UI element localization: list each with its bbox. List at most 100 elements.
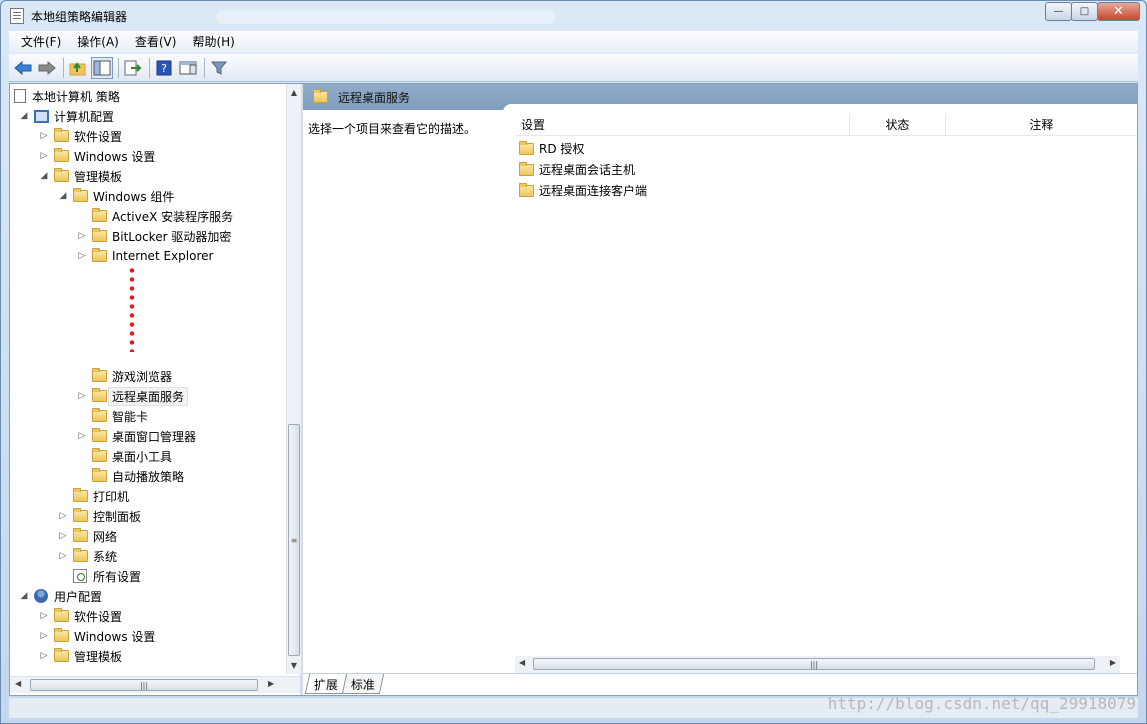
scroll-down-arrow-icon[interactable]: ▼ xyxy=(287,657,301,674)
tree-item-uc-software[interactable]: ▷ 软件设置 xyxy=(10,606,286,626)
menu-bar: 文件(F) 操作(A) 查看(V) 帮助(H) xyxy=(9,31,1138,53)
collapsed-arrow-icon[interactable]: ▷ xyxy=(38,611,50,621)
list-header: 设置 状态 注释 xyxy=(515,114,1137,136)
folder-icon xyxy=(73,528,88,542)
tree-item-computer-config[interactable]: ◢ 计算机配置 xyxy=(10,106,286,126)
column-comment[interactable]: 注释 xyxy=(946,114,1137,136)
folder-icon xyxy=(73,488,88,502)
collapsed-arrow-icon[interactable]: ▷ xyxy=(76,231,88,241)
folder-icon xyxy=(54,168,69,182)
policy-document-icon xyxy=(14,89,26,103)
up-folder-icon[interactable] xyxy=(67,57,89,79)
folder-icon xyxy=(92,248,107,262)
user-icon xyxy=(34,589,48,603)
maximize-button[interactable]: □ xyxy=(1071,2,1098,21)
details-horizontal-scrollbar[interactable]: ◀ ||| ▶ xyxy=(515,656,1120,673)
action-pane-icon[interactable] xyxy=(177,57,199,79)
tree-item-autoplay[interactable]: 自动播放策略 xyxy=(10,466,286,486)
menu-help[interactable]: 帮助(H) xyxy=(184,31,242,53)
console-tree: 本地计算机 策略 ◢ 计算机配置 ▷ 软件设置 ▷ Windows 设置 ◢ 管理模板 … xyxy=(10,84,286,674)
list-item[interactable]: RD 授权 xyxy=(519,138,647,159)
scroll-right-arrow-icon[interactable]: ▶ xyxy=(1110,658,1116,667)
details-pane: 远程桌面服务 选择一个项目来查看它的描述。 设置 状态 注释 RD 授权 远程桌… xyxy=(303,84,1137,695)
menu-view[interactable]: 查看(V) xyxy=(127,31,185,53)
tree-item-bitlocker[interactable]: ▷ BitLocker 驱动器加密 xyxy=(10,226,286,246)
collapsed-arrow-icon[interactable]: ▷ xyxy=(76,431,88,441)
collapsed-arrow-icon[interactable]: ▷ xyxy=(57,551,69,561)
folder-icon xyxy=(54,148,69,162)
collapsed-arrow-icon[interactable]: ▷ xyxy=(38,131,50,141)
expanded-arrow-icon[interactable]: ◢ xyxy=(38,171,50,181)
menu-file[interactable]: 文件(F) xyxy=(13,31,69,53)
scroll-right-arrow-icon[interactable]: ▶ xyxy=(268,679,274,688)
tree-vertical-scrollbar[interactable]: ▲ ≡ ▼ xyxy=(286,84,301,674)
minimize-button[interactable]: — xyxy=(1045,2,1072,21)
console-tree-pane: 本地计算机 策略 ◢ 计算机配置 ▷ 软件设置 ▷ Windows 设置 ◢ 管理模板 … xyxy=(10,84,303,695)
svg-text:?: ? xyxy=(161,62,167,75)
forward-arrow-icon[interactable] xyxy=(36,57,58,79)
computer-icon xyxy=(34,109,49,123)
console-tree-icon[interactable] xyxy=(91,56,113,79)
tree-item-games[interactable]: 游戏浏览器 xyxy=(10,366,286,386)
collapsed-arrow-icon[interactable]: ▷ xyxy=(76,391,88,401)
scroll-left-arrow-icon[interactable]: ◀ xyxy=(519,658,525,667)
menu-action[interactable]: 操作(A) xyxy=(69,31,127,53)
list-item[interactable]: 远程桌面会话主机 xyxy=(519,159,647,180)
tree-item-all-settings[interactable]: 所有设置 xyxy=(10,566,286,586)
collapsed-arrow-icon[interactable]: ▷ xyxy=(38,151,50,161)
tree-item-uc-admin[interactable]: ▷ 管理模板 xyxy=(10,646,286,666)
folder-icon xyxy=(54,608,69,622)
scroll-left-arrow-icon[interactable]: ◀ xyxy=(15,679,21,688)
tree-gap xyxy=(10,266,286,366)
column-setting[interactable]: 设置 xyxy=(515,114,851,136)
tree-horizontal-scrollbar[interactable]: ◀ ||| ▶ xyxy=(10,676,300,693)
tree-item-control-panel[interactable]: ▷ 控制面板 xyxy=(10,506,286,526)
collapsed-arrow-icon[interactable]: ▷ xyxy=(57,511,69,521)
tree-item-root[interactable]: 本地计算机 策略 xyxy=(10,86,286,106)
tree-item-windows-components[interactable]: ◢ Windows 组件 xyxy=(10,186,286,206)
list-item[interactable]: 远程桌面连接客户端 xyxy=(519,180,647,201)
tree-item-rds[interactable]: ▷ 远程桌面服务 xyxy=(10,386,286,406)
export-list-icon[interactable] xyxy=(122,57,144,79)
back-arrow-icon[interactable] xyxy=(12,57,34,79)
tree-item-network[interactable]: ▷ 网络 xyxy=(10,526,286,546)
folder-icon xyxy=(519,140,534,155)
tree-item-user-config[interactable]: ◢ 用户配置 xyxy=(10,586,286,606)
expanded-arrow-icon[interactable]: ◢ xyxy=(57,191,69,201)
expanded-arrow-icon[interactable]: ◢ xyxy=(18,111,30,121)
tree-item-activex[interactable]: ActiveX 安装程序服务 xyxy=(10,206,286,226)
tree-item-smartcard[interactable]: 智能卡 xyxy=(10,406,286,426)
folder-icon xyxy=(92,388,107,402)
main-area: 本地计算机 策略 ◢ 计算机配置 ▷ 软件设置 ▷ Windows 设置 ◢ 管理模板 … xyxy=(9,83,1138,696)
tree-item-cc-windows[interactable]: ▷ Windows 设置 xyxy=(10,146,286,166)
collapsed-arrow-icon[interactable]: ▷ xyxy=(38,631,50,641)
tree-item-dwm[interactable]: ▷ 桌面窗口管理器 xyxy=(10,426,286,446)
toolbar: ? xyxy=(9,54,1138,82)
tree-horizontal-scroll-thumb[interactable]: ||| xyxy=(30,679,258,691)
details-horizontal-scroll-thumb[interactable]: ||| xyxy=(533,658,1095,670)
folder-icon xyxy=(54,128,69,142)
column-state[interactable]: 状态 xyxy=(850,114,946,136)
collapsed-arrow-icon[interactable]: ▷ xyxy=(76,251,88,261)
settings-list: RD 授权 远程桌面会话主机 远程桌面连接客户端 xyxy=(519,138,647,201)
tree-vertical-scroll-thumb[interactable]: ≡ xyxy=(288,424,300,656)
tab-extended[interactable]: 扩展 xyxy=(304,674,348,694)
collapsed-arrow-icon[interactable]: ▷ xyxy=(57,531,69,541)
tree-item-printers[interactable]: 打印机 xyxy=(10,486,286,506)
folder-icon xyxy=(92,428,107,442)
folder-icon xyxy=(519,182,534,197)
tree-item-uc-windows[interactable]: ▷ Windows 设置 xyxy=(10,626,286,646)
tree-item-cc-admin[interactable]: ◢ 管理模板 xyxy=(10,166,286,186)
expanded-arrow-icon[interactable]: ◢ xyxy=(18,591,30,601)
tab-standard[interactable]: 标准 xyxy=(341,674,385,694)
filter-icon[interactable] xyxy=(208,57,230,79)
help-icon[interactable]: ? xyxy=(153,57,175,79)
tree-item-ie[interactable]: ▷ Internet Explorer xyxy=(10,246,286,266)
close-button[interactable]: ✕ xyxy=(1097,2,1140,21)
window-title: 本地组策略编辑器 xyxy=(31,10,128,24)
collapsed-arrow-icon[interactable]: ▷ xyxy=(38,651,50,661)
tree-item-cc-software[interactable]: ▷ 软件设置 xyxy=(10,126,286,146)
tree-item-gadgets[interactable]: 桌面小工具 xyxy=(10,446,286,466)
scroll-up-arrow-icon[interactable]: ▲ xyxy=(287,84,301,101)
tree-item-system[interactable]: ▷ 系统 xyxy=(10,546,286,566)
